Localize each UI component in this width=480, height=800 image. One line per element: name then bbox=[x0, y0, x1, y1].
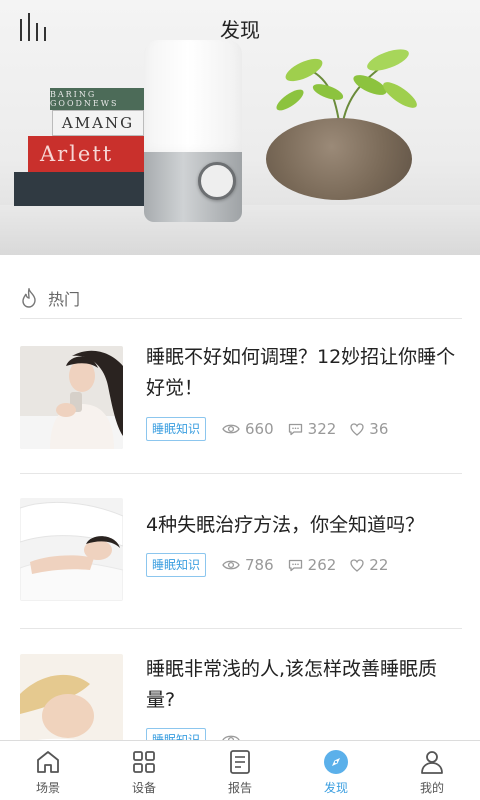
hero-sleep-device bbox=[144, 40, 242, 222]
comment-count-value: 262 bbox=[307, 556, 337, 574]
like-count-value: 22 bbox=[369, 556, 389, 574]
nav-item-devices[interactable]: 设备 bbox=[96, 741, 192, 800]
article-thumbnail bbox=[20, 346, 123, 449]
view-count: 786 bbox=[222, 556, 274, 574]
nav-item-profile[interactable]: 我的 bbox=[384, 741, 480, 800]
article-meta: 睡眠知识 786 262 22 bbox=[146, 553, 402, 577]
hero-stone-bowl bbox=[266, 118, 412, 200]
nav-label: 发现 bbox=[323, 781, 348, 795]
divider bbox=[20, 628, 462, 629]
article-title[interactable]: 睡眠不好如何调理？12妙招让你睡个 好觉！ bbox=[146, 342, 464, 404]
eye-icon bbox=[222, 424, 240, 434]
home-icon bbox=[37, 751, 59, 773]
nav-item-discover[interactable]: 发现 bbox=[288, 741, 384, 800]
section-header-hot: 热门 bbox=[20, 285, 80, 311]
nav-label: 报告 bbox=[227, 781, 252, 795]
eye-icon bbox=[222, 560, 240, 570]
document-icon bbox=[230, 750, 250, 774]
comment-icon bbox=[288, 423, 302, 435]
article-card[interactable]: 睡眠不好如何调理？12妙招让你睡个 好觉！ 睡眠知识 660 322 36 bbox=[0, 320, 480, 475]
article-title[interactable]: 睡眠非常浅的人,该怎样改善睡眠质 量? bbox=[146, 654, 464, 716]
hero-banner[interactable]: BARING GOODNEWS AMANG Arlett 发现 bbox=[0, 0, 480, 255]
user-icon bbox=[421, 751, 443, 774]
article-title-line: 4种失眠治疗方法，你全知道吗？ bbox=[146, 514, 425, 536]
article-thumbnail bbox=[20, 498, 123, 601]
view-count: 660 bbox=[222, 420, 274, 438]
like-count-value: 36 bbox=[369, 420, 389, 438]
article-meta: 睡眠知识 660 322 36 bbox=[146, 417, 402, 441]
nav-label: 我的 bbox=[419, 781, 444, 795]
article-card[interactable]: 4种失眠治疗方法，你全知道吗？ 睡眠知识 786 262 22 bbox=[0, 474, 480, 629]
article-title-line: 量? bbox=[146, 689, 176, 711]
like-count: 22 bbox=[350, 556, 388, 574]
hero-book bbox=[14, 172, 146, 206]
like-count: 36 bbox=[350, 420, 388, 438]
hero-plant bbox=[276, 49, 417, 129]
grid-icon bbox=[133, 751, 155, 773]
view-count-value: 660 bbox=[245, 420, 274, 438]
nav-item-report[interactable]: 报告 bbox=[192, 741, 288, 800]
category-tag[interactable]: 睡眠知识 bbox=[146, 553, 207, 577]
hero-book: BARING GOODNEWS bbox=[50, 88, 145, 110]
heart-icon bbox=[350, 422, 364, 436]
comment-icon bbox=[288, 559, 302, 571]
comment-count: 322 bbox=[288, 420, 337, 438]
compass-icon bbox=[324, 750, 348, 774]
nav-item-scene[interactable]: 场景 bbox=[0, 741, 96, 800]
nav-label: 场景 bbox=[35, 781, 60, 795]
divider bbox=[20, 318, 462, 319]
bottom-nav: 场景 设备 报告 发现 我的 bbox=[0, 740, 480, 800]
category-tag[interactable]: 睡眠知识 bbox=[146, 417, 207, 441]
hero-book: Arlett bbox=[28, 136, 146, 172]
nav-label: 设备 bbox=[131, 781, 156, 795]
flame-icon bbox=[22, 288, 36, 308]
heart-icon bbox=[350, 558, 364, 572]
article-title-line: 睡眠非常浅的人,该怎样改善睡眠质 bbox=[146, 658, 438, 680]
article-title-line: 睡眠不好如何调理？12妙招让你睡个 bbox=[146, 346, 456, 368]
page-title: 发现 bbox=[220, 18, 260, 42]
article-title-line: 好觉！ bbox=[146, 377, 204, 399]
comment-count-value: 322 bbox=[307, 420, 337, 438]
section-title: 热门 bbox=[48, 290, 81, 309]
view-count-value: 786 bbox=[245, 556, 274, 574]
article-title[interactable]: 4种失眠治疗方法，你全知道吗？ bbox=[146, 510, 464, 541]
comment-count: 262 bbox=[288, 556, 337, 574]
hero-book: AMANG bbox=[52, 110, 144, 136]
